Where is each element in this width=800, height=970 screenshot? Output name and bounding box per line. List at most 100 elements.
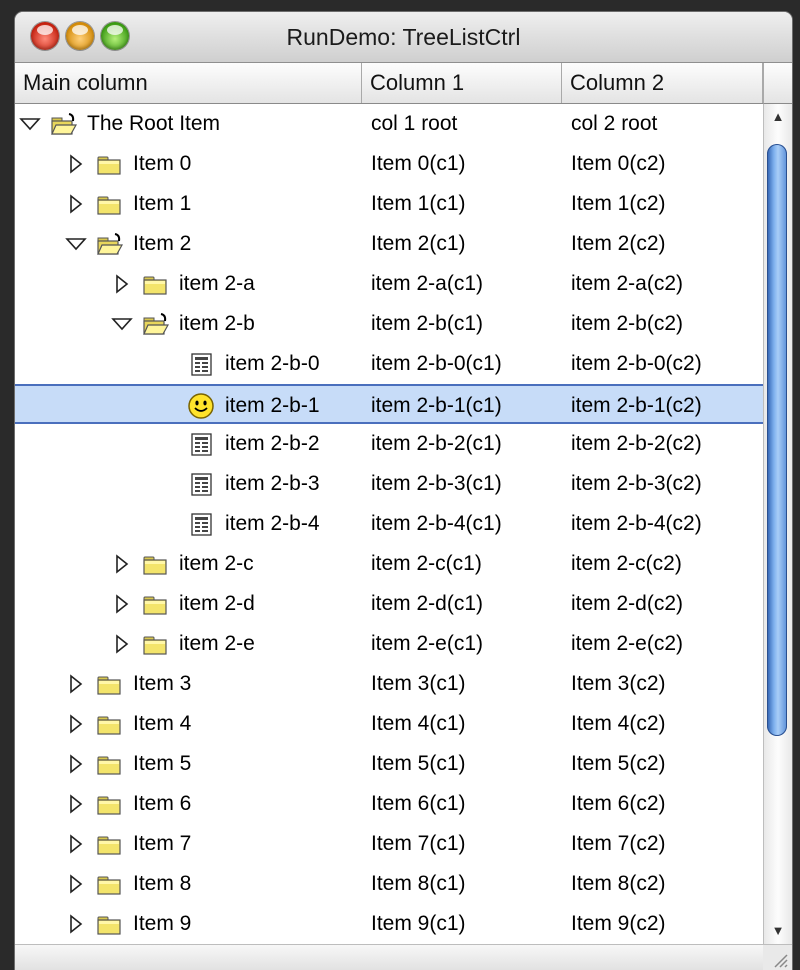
tree-row[interactable]: Item 0 Item 0(c1) Item 0(c2) <box>15 144 763 184</box>
tree-row[interactable]: Item 1 Item 1(c1) Item 1(c2) <box>15 184 763 224</box>
tree-row[interactable]: Item 4 Item 4(c1) Item 4(c2) <box>15 704 763 744</box>
column2-cell: Item 8(c2) <box>571 872 666 895</box>
main-cell: item 2-b-1 <box>225 394 320 417</box>
column2-cell: Item 4(c2) <box>571 712 666 735</box>
file-icon <box>187 350 215 378</box>
main-cell: Item 6 <box>133 792 192 815</box>
title-bar: RunDemo: TreeListCtrl <box>15 12 792 63</box>
tree-row[interactable]: Item 9 Item 9(c1) Item 9(c2) <box>15 904 763 944</box>
column2-cell: Item 9(c2) <box>571 912 666 935</box>
tree-row[interactable]: item 2-c item 2-c(c1) item 2-c(c2) <box>15 544 763 584</box>
collapsed-triangle-icon[interactable] <box>65 191 87 217</box>
collapsed-triangle-icon[interactable] <box>65 871 87 897</box>
collapsed-triangle-icon[interactable] <box>65 151 87 177</box>
tree-row[interactable]: item 2-e item 2-e(c1) item 2-e(c2) <box>15 624 763 664</box>
column1-cell: item 2-e(c1) <box>371 632 484 655</box>
column1-cell: item 2-b-0(c1) <box>371 352 502 375</box>
column1-cell: Item 6(c1) <box>371 792 466 815</box>
folder-icon <box>95 670 123 698</box>
expanded-triangle-icon[interactable] <box>111 311 133 337</box>
tree-row[interactable]: Item 5 Item 5(c1) Item 5(c2) <box>15 744 763 784</box>
column-header-main[interactable]: Main column <box>15 63 362 103</box>
column1-cell: Item 9(c1) <box>371 912 466 935</box>
main-cell: item 2-b-3 <box>225 472 320 495</box>
column-header: Main column Column 1 Column 2 <box>15 63 777 104</box>
collapsed-triangle-icon[interactable] <box>111 591 133 617</box>
column1-cell: Item 5(c1) <box>371 752 466 775</box>
main-cell: item 2-e <box>179 632 255 655</box>
column1-cell: item 2-b-1(c1) <box>371 394 502 417</box>
tree-row[interactable]: item 2-b-0 item 2-b-0(c1) item 2-b-0(c2) <box>15 344 763 384</box>
column2-cell: Item 3(c2) <box>571 672 666 695</box>
tree-row[interactable]: Item 7 Item 7(c1) Item 7(c2) <box>15 824 763 864</box>
column-header-2[interactable]: Column 2 <box>562 63 763 103</box>
collapsed-triangle-icon[interactable] <box>65 791 87 817</box>
collapsed-triangle-icon[interactable] <box>111 551 133 577</box>
column2-cell: item 2-e(c2) <box>571 632 684 655</box>
tree-row[interactable]: Item 6 Item 6(c1) Item 6(c2) <box>15 784 763 824</box>
column1-cell: item 2-b-4(c1) <box>371 512 502 535</box>
scroll-up-arrow-icon[interactable]: ▲ <box>764 104 792 130</box>
main-cell: The Root Item <box>87 112 221 135</box>
column1-cell: item 2-b-2(c1) <box>371 432 502 455</box>
smiley-icon <box>187 392 215 420</box>
main-cell: item 2-b <box>179 312 255 335</box>
column1-cell: item 2-a(c1) <box>371 272 484 295</box>
collapsed-triangle-icon[interactable] <box>65 911 87 937</box>
collapsed-triangle-icon[interactable] <box>65 831 87 857</box>
tree-row[interactable]: item 2-b-3 item 2-b-3(c1) item 2-b-3(c2) <box>15 464 763 504</box>
column1-cell: item 2-c(c1) <box>371 552 482 575</box>
column2-cell: item 2-d(c2) <box>571 592 684 615</box>
open-folder-icon <box>141 310 169 338</box>
tree-row[interactable]: item 2-d item 2-d(c1) item 2-d(c2) <box>15 584 763 624</box>
main-cell: Item 0 <box>133 152 192 175</box>
column1-cell: item 2-d(c1) <box>371 592 484 615</box>
tree-row[interactable]: item 2-b-4 item 2-b-4(c1) item 2-b-4(c2) <box>15 504 763 544</box>
collapsed-triangle-icon[interactable] <box>111 631 133 657</box>
column2-cell: Item 0(c2) <box>571 152 666 175</box>
main-cell: item 2-c <box>179 552 254 575</box>
tree-row[interactable]: item 2-b item 2-b(c1) item 2-b(c2) <box>15 304 763 344</box>
column-header-1[interactable]: Column 1 <box>362 63 562 103</box>
tree-row[interactable]: Item 8 Item 8(c1) Item 8(c2) <box>15 864 763 904</box>
tree-list: The Root Item col 1 root col 2 root Item 0I… <box>15 104 763 944</box>
column1-cell: Item 0(c1) <box>371 152 466 175</box>
column1-cell: Item 1(c1) <box>371 192 466 215</box>
scroll-down-arrow-icon[interactable]: ▼ <box>764 918 792 944</box>
folder-icon <box>95 150 123 178</box>
column1-cell: Item 4(c1) <box>371 712 466 735</box>
resize-grip-icon[interactable] <box>763 944 792 970</box>
tree-row[interactable]: The Root Item col 1 root col 2 root <box>15 104 763 144</box>
folder-icon <box>141 590 169 618</box>
tree-row[interactable]: item 2-b-2 item 2-b-2(c1) item 2-b-2(c2) <box>15 424 763 464</box>
tree-row[interactable]: Item 2 Item 2(c1) Item 2(c2) <box>15 224 763 264</box>
main-cell: item 2-b-0 <box>225 352 320 375</box>
column2-cell: Item 7(c2) <box>571 832 666 855</box>
folder-icon <box>95 190 123 218</box>
folder-icon <box>95 830 123 858</box>
folder-icon <box>95 870 123 898</box>
tree-row[interactable]: item 2-b-1 item 2-b-1(c1) item 2-b-1(c2) <box>15 384 763 424</box>
vertical-scrollbar[interactable]: ▲ ▼ <box>763 104 792 944</box>
collapsed-triangle-icon[interactable] <box>65 711 87 737</box>
column2-cell: Item 5(c2) <box>571 752 666 775</box>
tree-row[interactable]: item 2-a item 2-a(c1) item 2-a(c2) <box>15 264 763 304</box>
expanded-triangle-icon[interactable] <box>65 231 87 257</box>
column1-cell: Item 8(c1) <box>371 872 466 895</box>
main-cell: item 2-b-2 <box>225 432 320 455</box>
folder-icon <box>141 630 169 658</box>
horizontal-scrollbar[interactable] <box>15 944 763 970</box>
collapsed-triangle-icon[interactable] <box>65 751 87 777</box>
column2-cell: Item 2(c2) <box>571 232 666 255</box>
column2-cell: item 2-b-0(c2) <box>571 352 702 375</box>
main-cell: Item 2 <box>133 232 192 255</box>
column1-cell: Item 7(c1) <box>371 832 466 855</box>
expanded-triangle-icon[interactable] <box>19 111 41 137</box>
tree-row[interactable]: Item 3 Item 3(c1) Item 3(c2) <box>15 664 763 704</box>
collapsed-triangle-icon[interactable] <box>111 271 133 297</box>
folder-icon <box>141 270 169 298</box>
collapsed-triangle-icon[interactable] <box>65 671 87 697</box>
scroll-thumb[interactable] <box>767 144 787 736</box>
folder-icon <box>95 710 123 738</box>
column2-cell: item 2-b-3(c2) <box>571 472 702 495</box>
